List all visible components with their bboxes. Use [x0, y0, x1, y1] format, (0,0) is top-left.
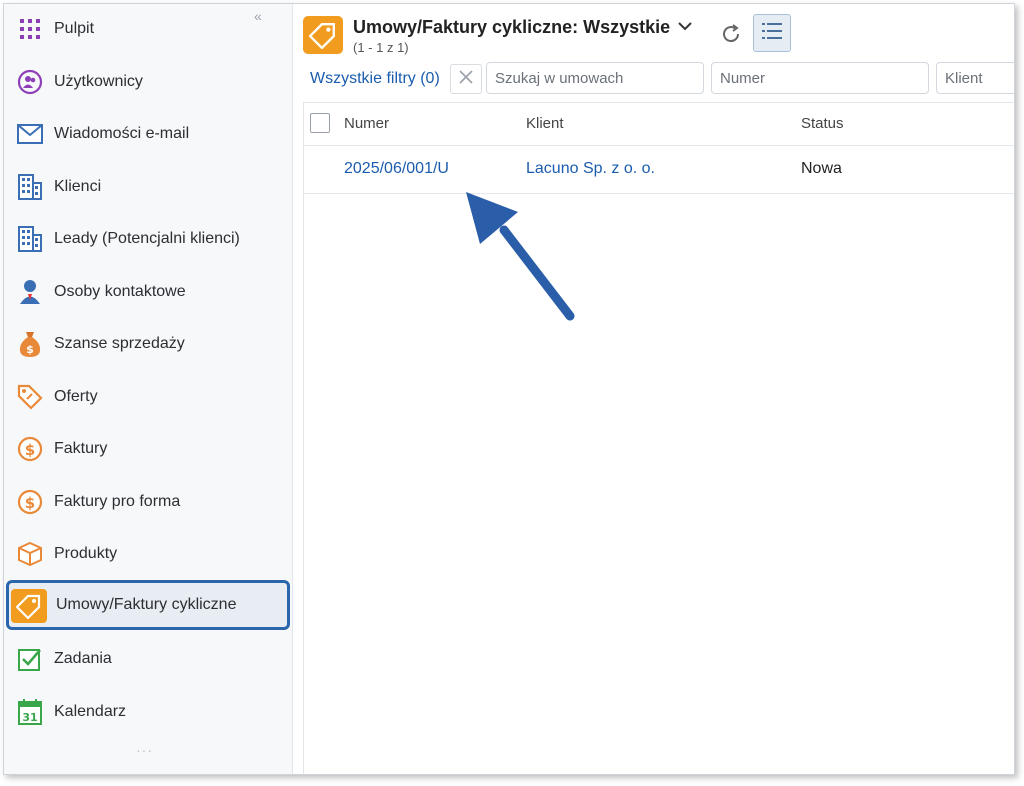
- sidebar-item-label: Pulpit: [54, 20, 95, 37]
- contract-number-link[interactable]: 2025/06/001/U: [344, 160, 449, 178]
- sidebar-item-label: Osoby kontaktowe: [54, 283, 186, 300]
- sidebar-item-label: Faktury: [54, 440, 108, 457]
- table-row[interactable]: 2025/06/001/U Lacuno Sp. z o. o. Nowa: [304, 145, 1014, 194]
- sidebar: « Pulpit Użytkownicy Wiadomości e-mail K…: [4, 4, 293, 774]
- sidebar-item-label: Leady (Potencjalni klienci): [54, 230, 240, 247]
- svg-text:$: $: [26, 343, 34, 356]
- sidebar-item-label: Zadania: [54, 650, 112, 667]
- sidebar-item-umowy[interactable]: Umowy/Faktury cykliczne: [6, 580, 290, 630]
- sidebar-item-label: Oferty: [54, 388, 98, 405]
- clear-filters-button[interactable]: [450, 64, 482, 94]
- column-header-status[interactable]: Status: [801, 115, 844, 132]
- list-view-button[interactable]: [753, 14, 791, 52]
- chevron-down-icon[interactable]: [677, 18, 693, 34]
- building-icon: [14, 171, 46, 203]
- number-filter-input[interactable]: [711, 62, 929, 94]
- sidebar-item-wiadomosci[interactable]: Wiadomości e-mail: [4, 109, 292, 159]
- client-filter-input[interactable]: [936, 62, 1014, 94]
- calendar-day: 31: [22, 711, 37, 724]
- select-all-checkbox[interactable]: [310, 113, 330, 133]
- grid-icon: [14, 13, 46, 45]
- tag-icon: [14, 381, 46, 413]
- sidebar-item-label: Użytkownicy: [54, 73, 143, 90]
- sidebar-item-osoby-kontaktowe[interactable]: Osoby kontaktowe: [4, 267, 292, 317]
- all-filters-link[interactable]: Wszystkie filtry (0): [310, 70, 440, 88]
- sidebar-item-szanse[interactable]: $ Szanse sprzedaży: [4, 319, 292, 369]
- column-header-client[interactable]: Klient: [526, 115, 564, 132]
- sidebar-item-pulpit[interactable]: Pulpit: [4, 4, 292, 54]
- contract-tag-icon: [303, 16, 343, 54]
- money-bag-icon: $: [14, 328, 46, 360]
- status-value: Nowa: [801, 160, 842, 177]
- more-items-indicator[interactable]: ···: [136, 742, 153, 758]
- svg-text:$: $: [25, 494, 35, 512]
- person-icon: [14, 276, 46, 308]
- annotation-arrow: [466, 192, 575, 321]
- sidebar-item-oferty[interactable]: Oferty: [4, 372, 292, 422]
- envelope-icon: [14, 118, 46, 150]
- main-content: Umowy/Faktury cykliczne: Wszystkie (1 - …: [293, 4, 1014, 774]
- column-header-number[interactable]: Numer: [344, 115, 389, 132]
- dollar-circle-icon: $: [14, 486, 46, 518]
- users-icon: [14, 66, 46, 98]
- sidebar-item-zadania[interactable]: Zadania: [4, 634, 292, 684]
- box-icon: [14, 538, 46, 570]
- contracts-table: Numer Klient Status 2025/06/001/U Lacuno…: [303, 102, 1014, 774]
- sidebar-item-produkty[interactable]: Produkty: [4, 529, 292, 579]
- sidebar-item-faktury-pro-forma[interactable]: $ Faktury pro forma: [4, 477, 292, 527]
- sidebar-item-label: Klienci: [54, 178, 102, 195]
- dollar-circle-icon: $: [14, 433, 46, 465]
- app-window: « Pulpit Użytkownicy Wiadomości e-mail K…: [3, 3, 1015, 775]
- sidebar-item-kalendarz[interactable]: 31 Kalendarz: [4, 687, 292, 737]
- sidebar-item-label: Kalendarz: [54, 703, 127, 720]
- contract-tag-icon: [11, 589, 47, 623]
- close-icon: [458, 69, 474, 90]
- record-count: (1 - 1 z 1): [353, 40, 409, 55]
- table-header: Numer Klient Status: [304, 103, 1014, 146]
- page-title: Umowy/Faktury cykliczne: Wszystkie: [353, 17, 671, 37]
- refresh-icon: [720, 23, 742, 50]
- sidebar-item-leady[interactable]: Leady (Potencjalni klienci): [4, 214, 292, 264]
- sidebar-item-label: Szanse sprzedaży: [54, 335, 185, 352]
- sidebar-item-label: Umowy/Faktury cykliczne: [56, 596, 237, 613]
- sidebar-item-label: Faktury pro forma: [54, 493, 181, 510]
- calendar-icon: 31: [14, 696, 46, 728]
- sidebar-item-label: Produkty: [54, 545, 118, 562]
- building-icon: [14, 223, 46, 255]
- checkbox-icon: [14, 643, 46, 675]
- sidebar-item-label: Wiadomości e-mail: [54, 125, 190, 142]
- sidebar-item-klienci[interactable]: Klienci: [4, 162, 292, 212]
- sidebar-item-faktury[interactable]: $ Faktury: [4, 424, 292, 474]
- sidebar-item-uzytkownicy[interactable]: Użytkownicy: [4, 57, 292, 107]
- search-input[interactable]: [486, 62, 704, 94]
- list-icon: [762, 22, 782, 45]
- svg-text:$: $: [25, 441, 35, 459]
- refresh-button[interactable]: [717, 22, 745, 50]
- client-link[interactable]: Lacuno Sp. z o. o.: [526, 160, 655, 178]
